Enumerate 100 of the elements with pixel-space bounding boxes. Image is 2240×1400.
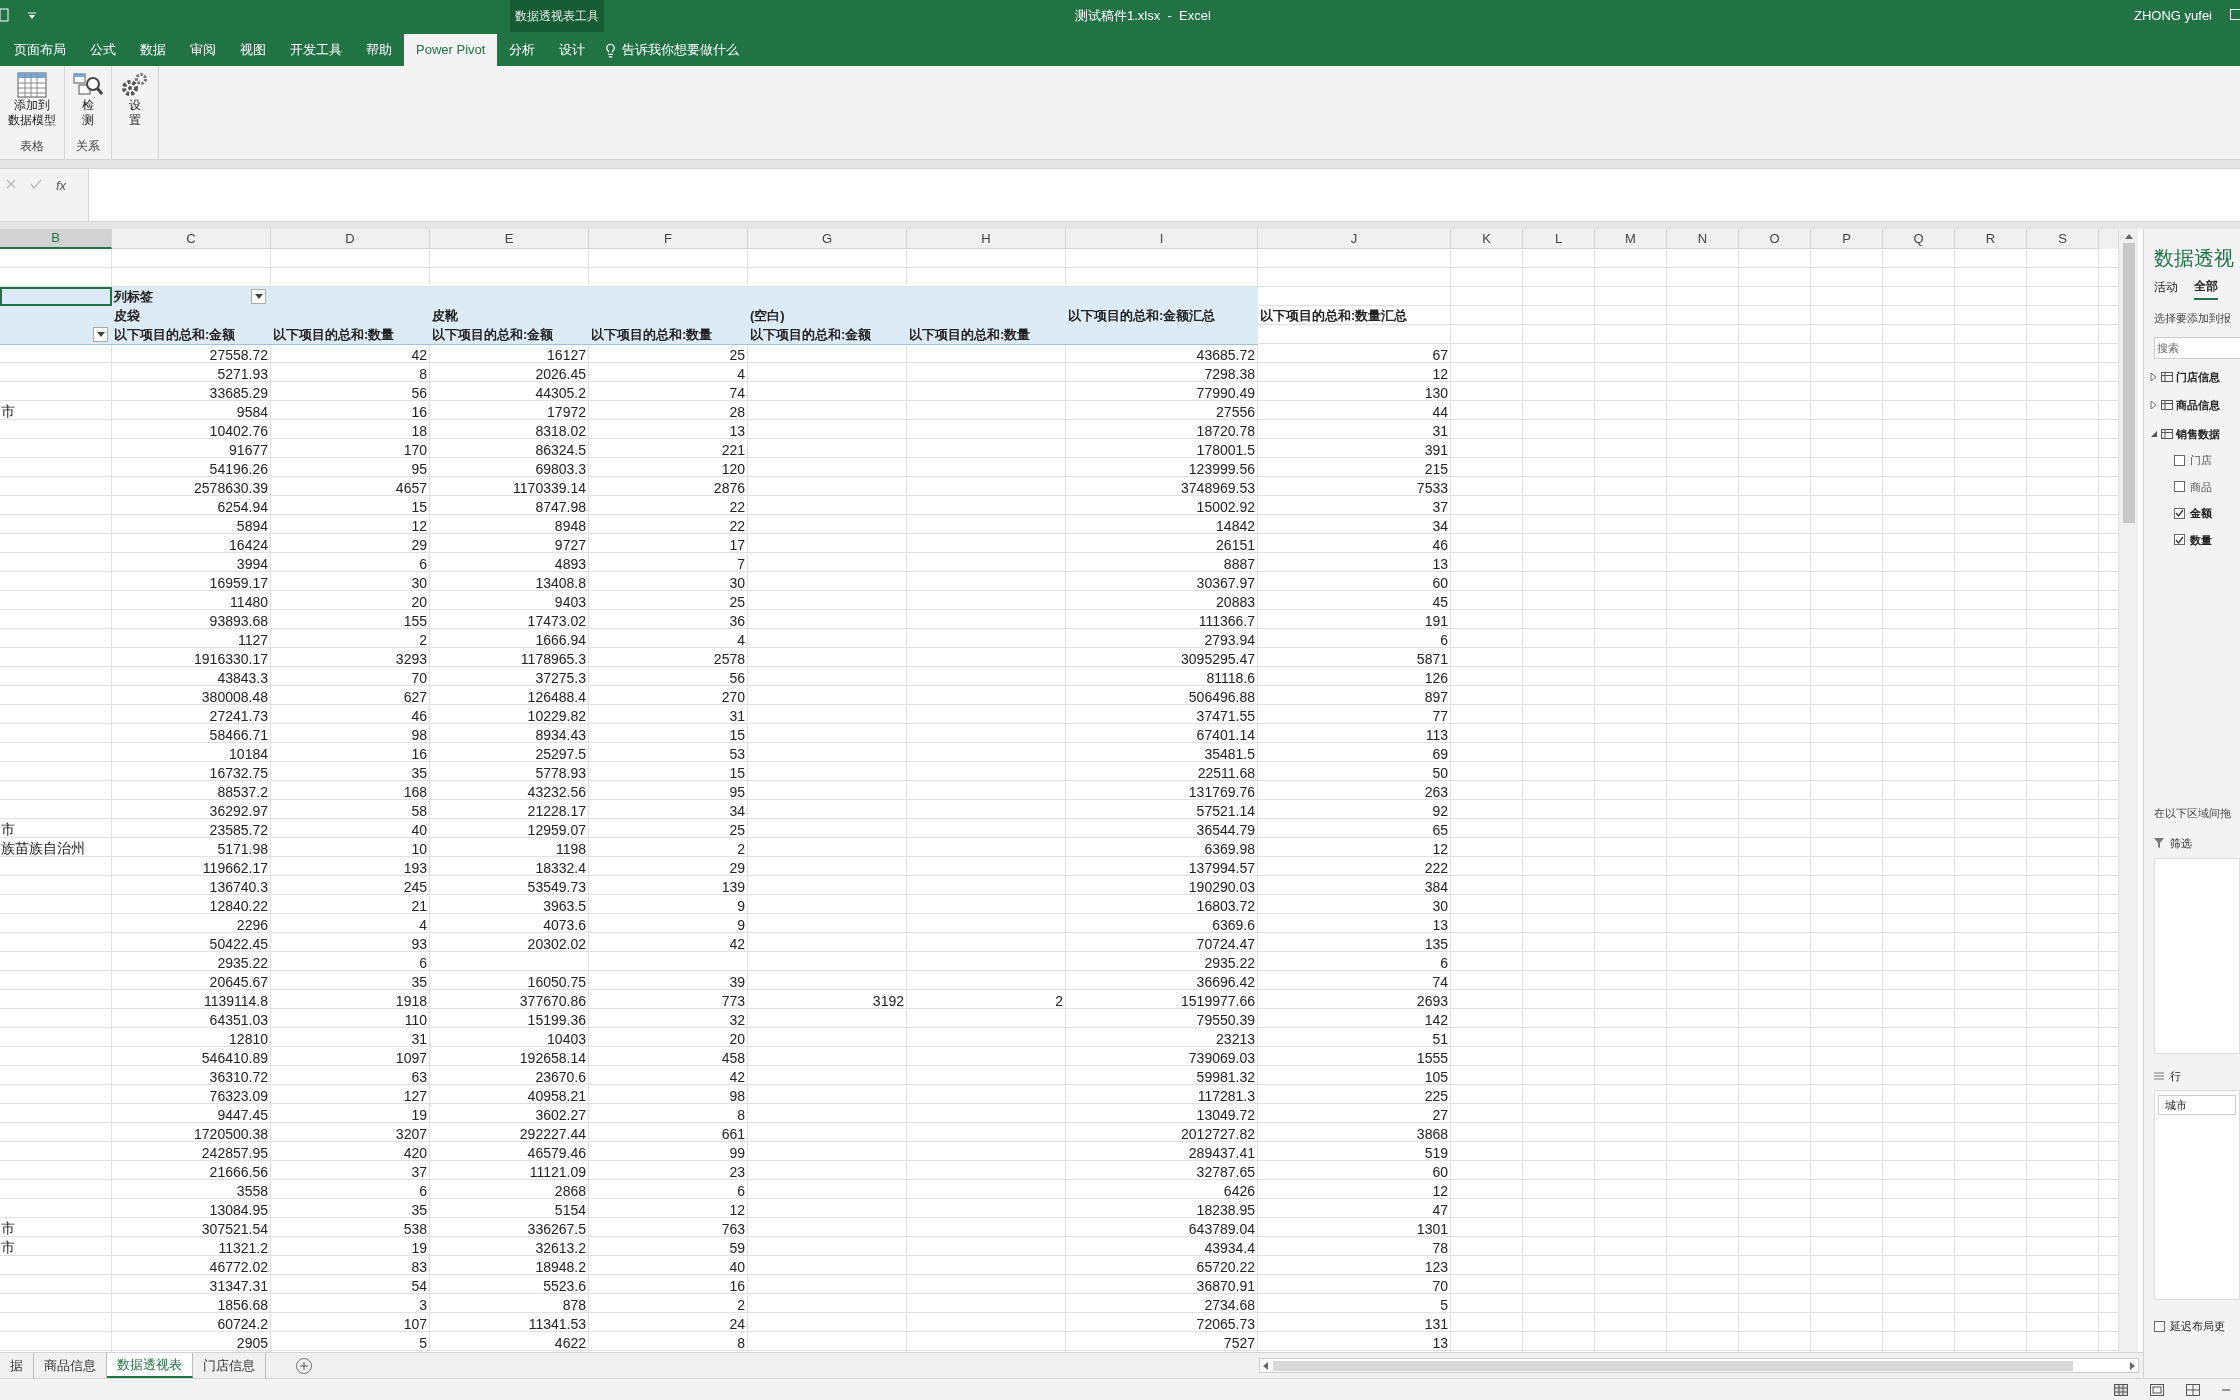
- column-header[interactable]: R: [1955, 229, 2027, 249]
- field-checkbox[interactable]: [2174, 481, 2185, 493]
- ribbon-button[interactable]: 检 测: [69, 72, 107, 137]
- field-checkbox[interactable]: [2174, 534, 2185, 546]
- table-cell-text: 60724.2: [217, 1316, 269, 1331]
- table-cell-text: 23213: [1216, 1031, 1256, 1046]
- ribbon-tab[interactable]: 帮助: [354, 34, 404, 66]
- sheet-tab[interactable]: 数据透视表: [107, 1353, 193, 1378]
- customize-caret-icon[interactable]: [28, 12, 36, 20]
- table-cell-text: 5523.6: [543, 1278, 587, 1293]
- expander-icon[interactable]: [2150, 401, 2158, 410]
- table-cell-text: 126488.4: [527, 689, 587, 704]
- table-field[interactable]: 销售数据: [2176, 425, 2220, 442]
- insert-function-button[interactable]: fx: [56, 176, 67, 196]
- active-cell[interactable]: [0, 287, 112, 306]
- search-field[interactable]: 搜索: [2154, 336, 2240, 359]
- ribbon-tab[interactable]: 页面布局: [2, 34, 78, 66]
- table-cell-text: 31347.31: [209, 1278, 269, 1293]
- table-cell-text: 43685.72: [1196, 347, 1256, 362]
- ribbon-button[interactable]: 添加到 数据模型: [4, 72, 60, 137]
- table-field[interactable]: 商品信息: [2176, 397, 2220, 414]
- ribbon-tab[interactable]: 数据: [128, 34, 178, 66]
- table-cell-text: 117281.3: [1197, 1088, 1256, 1103]
- field-checkbox[interactable]: [2174, 454, 2185, 466]
- field-label[interactable]: 门店: [2190, 452, 2212, 469]
- table-cell-text: 2: [737, 1297, 746, 1312]
- rows-area[interactable]: 城市: [2154, 1090, 2240, 1300]
- column-header[interactable]: D: [271, 229, 430, 249]
- table-cell-text: 40: [411, 822, 428, 837]
- table-cell-text: 377670.86: [519, 993, 587, 1008]
- scroll-left-icon[interactable]: [1262, 1360, 1270, 1371]
- panel-title: 数据透视: [2154, 246, 2235, 271]
- ribbon-tab[interactable]: Power Pivot: [404, 34, 498, 66]
- check-icon[interactable]: [30, 179, 42, 189]
- ribbon-tab[interactable]: 分析: [497, 34, 548, 66]
- column-header[interactable]: Q: [1883, 229, 1955, 249]
- field-label[interactable]: 数量: [2190, 531, 2212, 548]
- ribbon-tab[interactable]: 开发工具: [278, 34, 354, 66]
- table-cell-text: 391: [1424, 442, 1449, 457]
- ribbon-tab[interactable]: 公式: [78, 34, 128, 66]
- panel-tab[interactable]: 活动: [2154, 277, 2178, 300]
- formula-input[interactable]: [88, 169, 2240, 221]
- defer-checkbox[interactable]: [2154, 1320, 2165, 1332]
- column-header[interactable]: B: [0, 229, 112, 249]
- table-cell-text: 16: [411, 404, 428, 419]
- page-layout-icon[interactable]: [2150, 1383, 2164, 1396]
- ribbon-tab[interactable]: 设计: [547, 34, 598, 66]
- table-cell-text: 1519977.66: [1181, 993, 1256, 1008]
- table-cell-text: 40: [729, 1259, 746, 1274]
- scrollbar-thumb[interactable]: [2122, 243, 2135, 523]
- row-field[interactable]: 城市: [2158, 1095, 2236, 1115]
- expander-icon[interactable]: [2150, 429, 2158, 438]
- table-cell-text: 59: [729, 1240, 746, 1255]
- ribbon-tab[interactable]: 视图: [228, 34, 278, 66]
- table-cell-text: 77: [1432, 708, 1449, 723]
- table-cell-text: 627: [403, 689, 428, 704]
- column-header[interactable]: J: [1258, 229, 1451, 249]
- column-header[interactable]: O: [1739, 229, 1811, 249]
- save-icon[interactable]: [0, 8, 10, 22]
- column-header[interactable]: F: [589, 229, 748, 249]
- column-header[interactable]: E: [430, 229, 589, 249]
- column-header[interactable]: K: [1451, 229, 1523, 249]
- ribbon-button[interactable]: 设 置: [116, 72, 154, 140]
- table-cell-text: 16732.75: [209, 765, 269, 780]
- column-header[interactable]: L: [1523, 229, 1595, 249]
- vertical-scrollbar[interactable]: [2118, 229, 2138, 1352]
- table-cell-text: 25: [729, 822, 746, 837]
- panel-tab[interactable]: 全部: [2194, 277, 2218, 300]
- window-icon[interactable]: [2230, 9, 2240, 21]
- table-cell-text: 178001.5: [1196, 442, 1256, 457]
- tell-me-field[interactable]: 告诉我你想要做什么: [622, 40, 740, 60]
- table-cell-text: 2868: [554, 1183, 587, 1198]
- column-header[interactable]: P: [1811, 229, 1883, 249]
- table-field[interactable]: 门店信息: [2176, 368, 2220, 385]
- table-cell-text: 1916330.17: [194, 651, 269, 666]
- table-cell-text: 1170339.14: [513, 480, 587, 495]
- column-header[interactable]: H: [907, 229, 1066, 249]
- column-header[interactable]: G: [748, 229, 907, 249]
- expander-icon[interactable]: [2150, 372, 2158, 381]
- zoom-out-icon[interactable]: [2222, 1388, 2230, 1391]
- scroll-right-icon[interactable]: [2128, 1360, 2136, 1371]
- filter-button[interactable]: [251, 289, 266, 304]
- ribbon-tab[interactable]: 审阅: [178, 34, 228, 66]
- horizontal-scrollbar[interactable]: [1259, 1358, 2139, 1373]
- filter-button[interactable]: [93, 327, 108, 342]
- column-header[interactable]: M: [1595, 229, 1667, 249]
- table-cell-text: 8318.02: [535, 423, 587, 438]
- table-cell-text: 6254.94: [217, 499, 269, 514]
- table-cell-text: 10402.76: [209, 423, 269, 438]
- table-cell-text: 21: [411, 898, 428, 913]
- field-checkbox[interactable]: [2174, 507, 2185, 519]
- column-header[interactable]: N: [1667, 229, 1739, 249]
- page-break-icon[interactable]: [2186, 1383, 2200, 1396]
- field-label[interactable]: 商品: [2190, 478, 2212, 495]
- column-header[interactable]: C: [112, 229, 271, 249]
- normal-view-icon[interactable]: [2114, 1383, 2128, 1396]
- scrollbar-thumb[interactable]: [1273, 1360, 2073, 1371]
- field-label[interactable]: 金额: [2190, 505, 2212, 522]
- column-header[interactable]: I: [1066, 229, 1258, 249]
- column-header[interactable]: S: [2027, 229, 2099, 249]
